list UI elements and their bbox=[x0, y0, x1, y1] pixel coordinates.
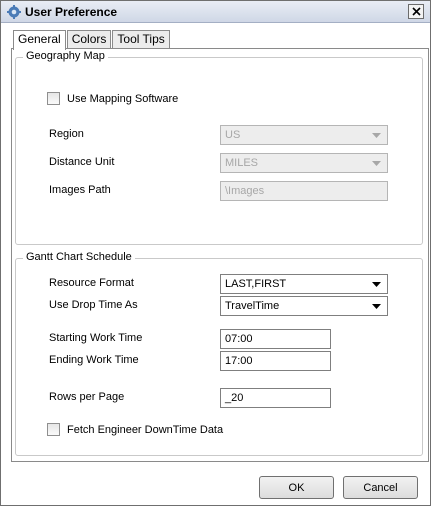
use-mapping-software-row[interactable]: Use Mapping Software bbox=[47, 92, 178, 105]
starting-work-time-value: 07:00 bbox=[225, 333, 253, 345]
fetch-engineer-downtime-row[interactable]: Fetch Engineer DownTime Data bbox=[47, 423, 223, 436]
images-path-value: \Images bbox=[225, 185, 265, 197]
resource-format-label: Resource Format bbox=[49, 277, 134, 289]
tab-strip: General Colors Tool Tips bbox=[13, 30, 171, 50]
fetch-engineer-downtime-label: Fetch Engineer DownTime Data bbox=[67, 423, 224, 436]
region-select[interactable]: US bbox=[220, 125, 388, 145]
ending-work-time-label: Ending Work Time bbox=[49, 354, 139, 366]
ending-work-time-value: 17:00 bbox=[225, 355, 253, 367]
drop-time-select[interactable]: TravelTime bbox=[220, 296, 388, 316]
user-preference-dialog: User Preference General Colors Tool Tips… bbox=[0, 0, 431, 506]
distance-unit-label: Distance Unit bbox=[49, 156, 115, 168]
drop-time-label: Use Drop Time As bbox=[49, 299, 138, 311]
geography-map-title: Geography Map bbox=[23, 50, 108, 62]
region-value: US bbox=[225, 129, 241, 141]
use-mapping-software-checkbox[interactable] bbox=[47, 92, 60, 105]
ok-button[interactable]: OK bbox=[259, 476, 334, 499]
images-path-label: Images Path bbox=[49, 184, 111, 196]
ending-work-time-input[interactable]: 17:00 bbox=[220, 351, 331, 371]
window-title: User Preference bbox=[25, 5, 118, 19]
general-tab-panel: Geography Map Use Mapping Software Regio… bbox=[11, 48, 429, 462]
geography-map-group: Geography Map Use Mapping Software Regio… bbox=[15, 50, 423, 245]
starting-work-time-label: Starting Work Time bbox=[49, 332, 143, 344]
chevron-down-icon bbox=[372, 282, 381, 287]
cancel-button[interactable]: Cancel bbox=[343, 476, 418, 499]
tab-tool-tips[interactable]: Tool Tips bbox=[112, 30, 170, 49]
chevron-down-icon bbox=[372, 304, 381, 309]
distance-unit-select[interactable]: MILES bbox=[220, 153, 388, 173]
close-icon bbox=[411, 7, 421, 16]
chevron-down-icon bbox=[372, 161, 381, 166]
distance-unit-value: MILES bbox=[225, 157, 259, 169]
tab-general[interactable]: General bbox=[13, 30, 66, 50]
resource-format-select[interactable]: LAST,FIRST bbox=[220, 274, 388, 294]
fetch-engineer-downtime-checkbox[interactable] bbox=[47, 423, 60, 436]
use-mapping-software-label: Use Mapping Software bbox=[67, 92, 179, 105]
gantt-chart-schedule-group: Gantt Chart Schedule Resource Format LAS… bbox=[15, 251, 423, 456]
resource-format-value: LAST,FIRST bbox=[225, 278, 287, 290]
rows-per-page-input[interactable]: _20 bbox=[220, 388, 331, 408]
drop-time-value: TravelTime bbox=[225, 300, 280, 312]
rows-per-page-value: _20 bbox=[225, 392, 244, 404]
images-path-input[interactable]: \Images bbox=[220, 181, 388, 201]
title-bar[interactable]: User Preference bbox=[1, 1, 430, 23]
chevron-down-icon bbox=[372, 133, 381, 138]
region-label: Region bbox=[49, 128, 84, 140]
rows-per-page-label: Rows per Page bbox=[49, 391, 125, 403]
gantt-chart-schedule-title: Gantt Chart Schedule bbox=[23, 251, 135, 263]
tab-colors[interactable]: Colors bbox=[66, 30, 112, 49]
close-button[interactable] bbox=[408, 4, 424, 19]
starting-work-time-input[interactable]: 07:00 bbox=[220, 329, 331, 349]
gear-icon bbox=[7, 5, 21, 19]
